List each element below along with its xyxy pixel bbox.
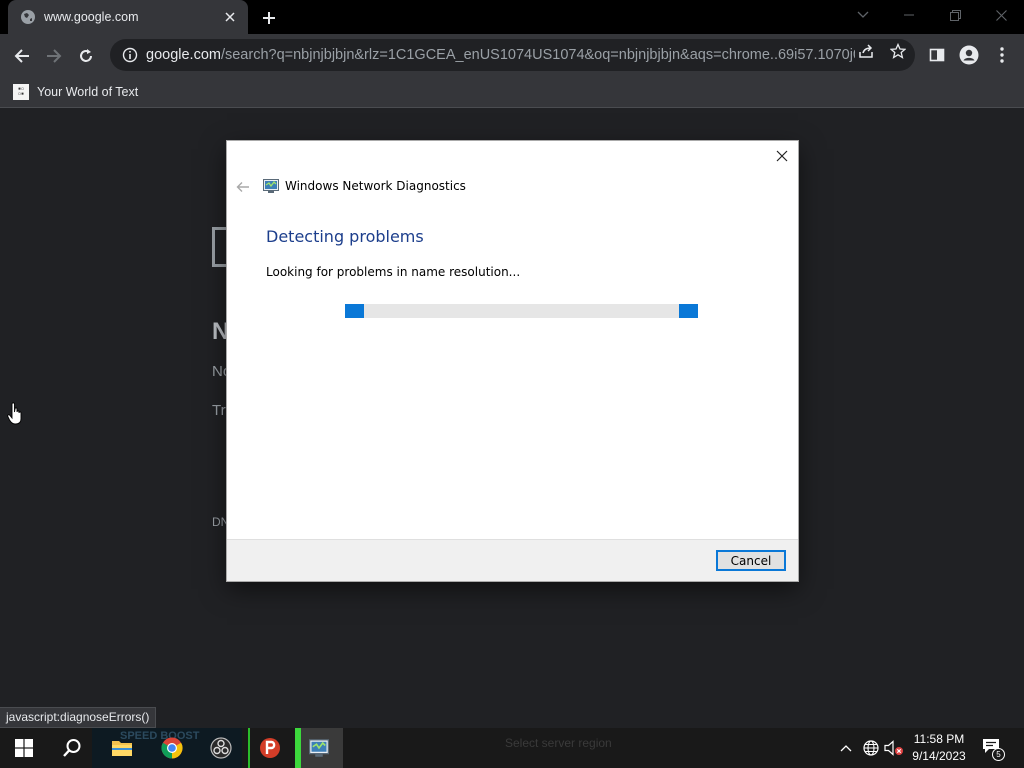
- browser-toolbar: google.com/search?q=nbjnjbjbjn&rlz=1C1GC…: [0, 34, 1024, 76]
- windows-logo-icon: [15, 739, 33, 757]
- search-button[interactable]: [48, 728, 96, 768]
- bookmarks-bar: ▪▫ ▫▪ Your World of Text: [0, 76, 1024, 108]
- menu-kebab-icon[interactable]: [990, 43, 1014, 67]
- bookmark-star-icon[interactable]: [887, 40, 909, 62]
- taskbar-chrome[interactable]: [148, 728, 196, 768]
- share-icon[interactable]: [855, 40, 877, 62]
- cancel-button[interactable]: Cancel: [716, 550, 786, 571]
- psiphon-icon: [260, 738, 280, 758]
- restore-button[interactable]: [932, 0, 978, 30]
- address-bar[interactable]: google.com/search?q=nbjnjbjbjn&rlz=1C1GC…: [110, 39, 915, 71]
- bookmark-your-world-of-text[interactable]: ▪▫ ▫▪ Your World of Text: [13, 82, 138, 102]
- clock-date: 9/14/2023: [912, 749, 966, 763]
- side-panel-icon[interactable]: [925, 43, 949, 67]
- hand-cursor-icon: [7, 402, 22, 425]
- dialog-close-button[interactable]: [772, 146, 792, 166]
- taskbar-obs[interactable]: [197, 728, 245, 768]
- dialog-back-button[interactable]: [235, 179, 251, 195]
- your-world-of-text-icon: ▪▫ ▫▪: [13, 84, 29, 100]
- tab-search-icon[interactable]: [840, 0, 886, 30]
- progress-segment: [679, 304, 698, 318]
- back-button[interactable]: [8, 42, 36, 70]
- globe-icon: [21, 10, 35, 24]
- tab-title: www.google.com: [44, 10, 139, 24]
- background-window-remnant: Select server region: [505, 736, 612, 750]
- network-diagnostics-icon: [263, 179, 279, 193]
- close-icon: [776, 150, 788, 162]
- chrome-icon: [161, 737, 183, 759]
- link-status-bubble: javascript:diagnoseErrors(): [0, 707, 157, 728]
- system-clock[interactable]: 11:58 PM 9/14/2023: [908, 731, 970, 765]
- marquee-progress-bar: [345, 304, 698, 318]
- dialog-heading: Detecting problems: [266, 227, 424, 246]
- show-hidden-icons-chevron-up-icon[interactable]: [836, 738, 856, 758]
- tab-close-icon[interactable]: [222, 9, 238, 25]
- windows-taskbar: SPEED BOOST Select server region 11:58 P…: [0, 728, 1024, 768]
- dialog-footer: Cancel: [227, 539, 798, 581]
- minimize-button[interactable]: [886, 0, 932, 30]
- network-diagnostics-dialog: Windows Network Diagnostics Detecting pr…: [227, 141, 798, 581]
- action-center-button[interactable]: 5: [982, 738, 1005, 761]
- bookmark-label: Your World of Text: [37, 85, 139, 99]
- volume-muted-icon[interactable]: [884, 738, 904, 758]
- notification-count-badge: 5: [992, 748, 1005, 761]
- reload-icon: [80, 49, 92, 62]
- arrow-left-icon: [14, 49, 29, 63]
- taskbar-psiphon[interactable]: [246, 728, 294, 768]
- progress-segment: [345, 304, 364, 318]
- taskbar-network-diagnostics[interactable]: [295, 728, 343, 768]
- taskbar-file-explorer[interactable]: [98, 728, 146, 768]
- url-text[interactable]: google.com/search?q=nbjnjbjbjn&rlz=1C1GC…: [146, 47, 855, 63]
- dialog-title: Windows Network Diagnostics: [285, 179, 466, 193]
- network-diagnostics-icon: [309, 739, 329, 757]
- arrow-right-icon: [47, 49, 62, 63]
- browser-tab[interactable]: www.google.com: [8, 0, 248, 34]
- reload-button[interactable]: [72, 42, 100, 70]
- tab-strip: www.google.com: [0, 0, 1024, 34]
- close-window-button[interactable]: [978, 0, 1024, 30]
- search-icon: [63, 739, 81, 757]
- arrow-left-icon: [236, 182, 249, 192]
- dialog-status-text: Looking for problems in name resolution.…: [266, 265, 521, 279]
- network-globe-icon[interactable]: [861, 738, 881, 758]
- new-tab-button[interactable]: [258, 7, 280, 29]
- info-icon[interactable]: [122, 47, 138, 63]
- forward-button[interactable]: [40, 42, 68, 70]
- start-button[interactable]: [0, 728, 48, 768]
- profile-avatar-icon[interactable]: [957, 43, 981, 67]
- clock-time: 11:58 PM: [913, 732, 965, 746]
- obs-icon: [210, 737, 232, 759]
- folder-icon: [112, 741, 132, 756]
